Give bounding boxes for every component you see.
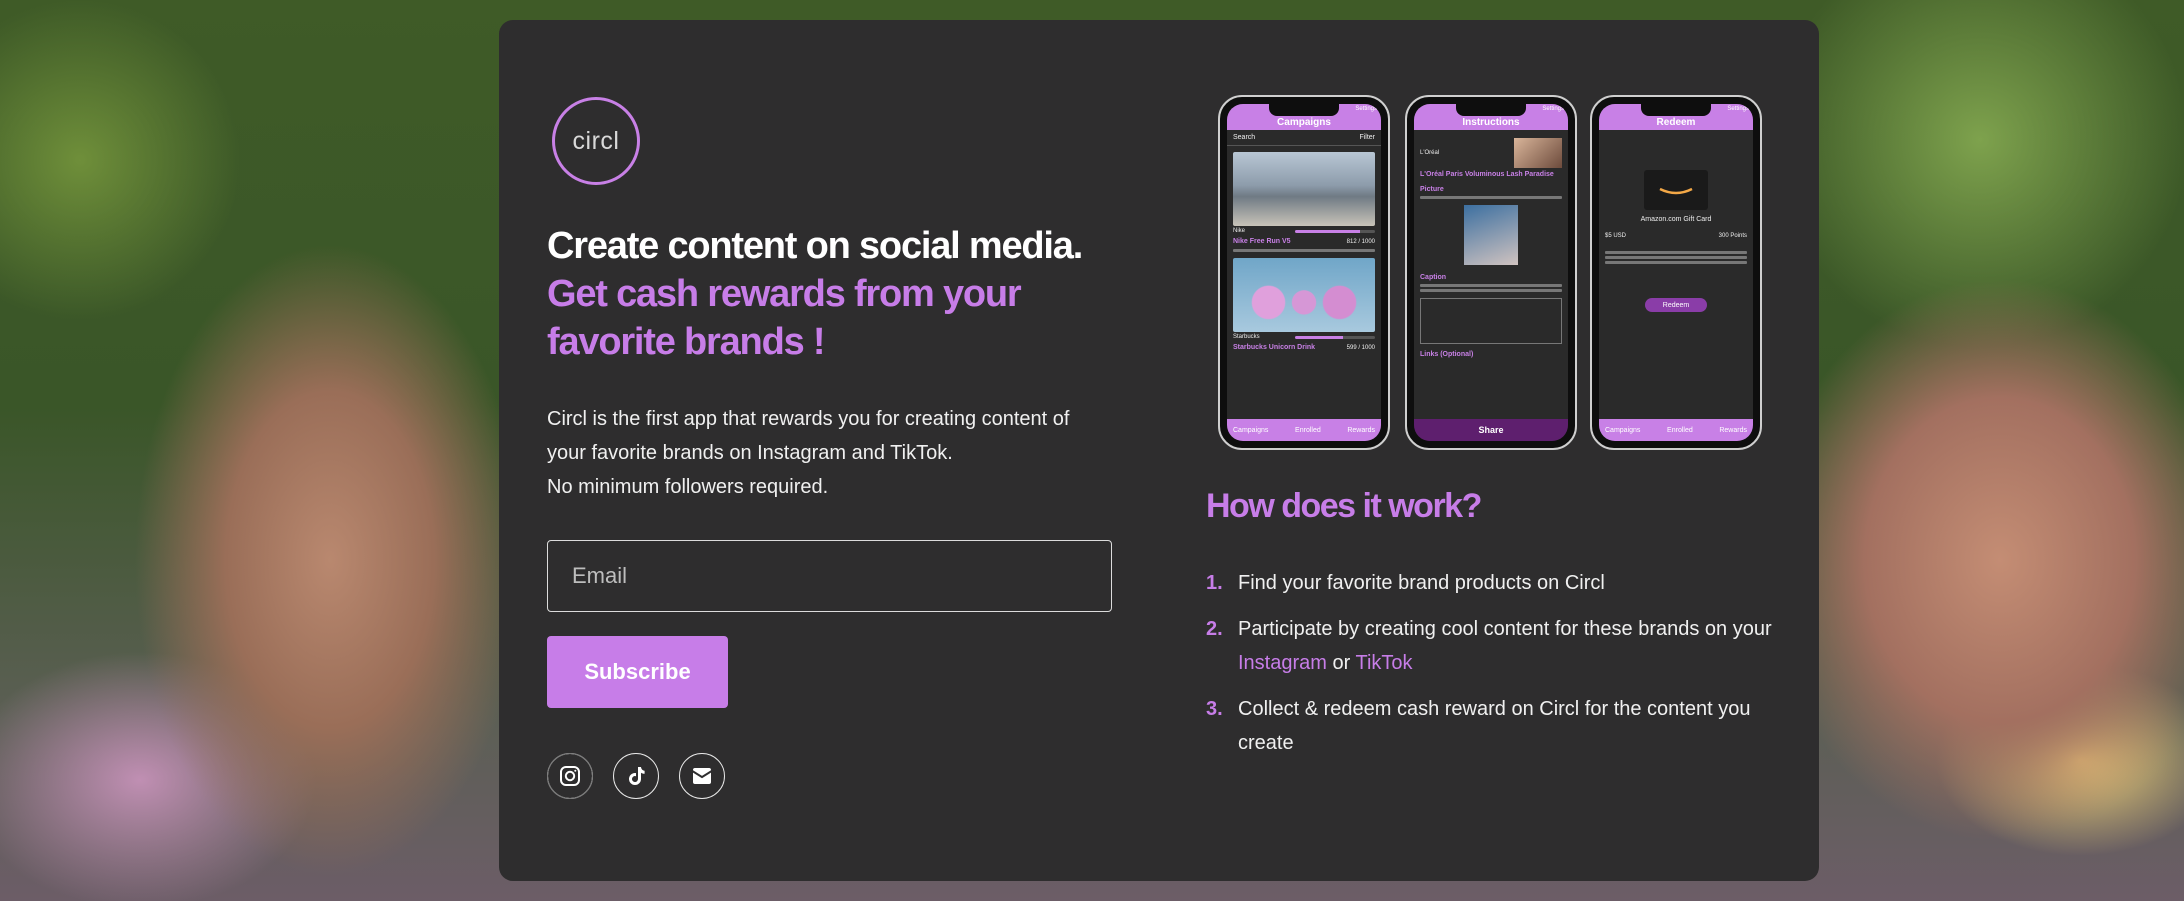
product-name: L'Oréal Paris Voluminous Lash Paradise: [1420, 171, 1554, 178]
instagram-link[interactable]: [547, 753, 593, 799]
phone-mockup-redeem: Redeem Settings Amazon.com Gift Card $5 …: [1590, 95, 1762, 450]
text-placeholder: [1420, 196, 1562, 199]
gift-points: 300 Points: [1718, 233, 1747, 239]
text-placeholder: [1420, 284, 1562, 287]
share-bar: Share: [1414, 419, 1568, 441]
phone-tabbar: Campaigns Enrolled Rewards: [1599, 419, 1753, 441]
text-placeholder: [1605, 261, 1747, 264]
email-link[interactable]: [679, 753, 725, 799]
links-label: Links (Optional): [1420, 351, 1474, 358]
phone-tab: Campaigns: [1233, 426, 1269, 434]
campaign-product: Nike Free Run V5: [1233, 238, 1291, 245]
campaign-row: Nike: [1227, 226, 1381, 236]
phone-filter: Filter: [1359, 134, 1375, 141]
phone-mockup-campaigns: Campaigns Settings Search Filter Nike Ni…: [1218, 95, 1390, 450]
campaign-progress: [1295, 229, 1375, 233]
how-it-works-steps: 1. Find your favorite brand products on …: [1206, 566, 1796, 772]
phone-tab: Rewards: [1719, 426, 1747, 434]
text-placeholder: [1420, 289, 1562, 292]
campaign-row: Starbucks: [1227, 332, 1381, 342]
phone-search-bar: Search Filter: [1227, 130, 1381, 146]
brand-name: L'Oréal: [1420, 150, 1440, 156]
campaign-brand: Starbucks: [1233, 334, 1260, 340]
phone-tab: Rewards: [1347, 426, 1375, 434]
tiktok-icon: [629, 767, 645, 785]
headline-purple: Get cash rewards from your favorite bran…: [547, 273, 1022, 363]
example-picture: [1464, 205, 1518, 265]
tiktok-link[interactable]: [613, 753, 659, 799]
phone-notch: [1269, 104, 1339, 116]
step-number: 2.: [1206, 618, 1223, 640]
step-number: 1.: [1206, 572, 1223, 594]
step-item: 1. Find your favorite brand products on …: [1206, 566, 1796, 600]
description-line: Circl is the first app that rewards you …: [547, 408, 1070, 430]
campaign-brand: Nike: [1233, 228, 1246, 234]
step-item: 2. Participate by creating cool content …: [1206, 612, 1796, 680]
how-it-works-title: How does it work?: [1206, 487, 1482, 525]
campaign-row: Nike Free Run V5 812 / 1000: [1227, 236, 1381, 247]
phone-tab: Enrolled: [1295, 426, 1321, 434]
phone-screen: Campaigns Settings Search Filter Nike Ni…: [1227, 104, 1381, 441]
circl-logo: circl: [552, 97, 640, 185]
phone-screen: Redeem Settings Amazon.com Gift Card $5 …: [1599, 104, 1753, 441]
phone-notch: [1641, 104, 1711, 116]
amount-row: $5 USD 300 Points: [1599, 231, 1753, 241]
subscribe-button[interactable]: Subscribe: [547, 636, 728, 708]
email-input[interactable]: [547, 540, 1112, 612]
campaign-count: 599 / 1000: [1346, 344, 1375, 351]
text-placeholder: [1605, 256, 1747, 259]
campaign-product: Starbucks Unicorn Drink: [1233, 344, 1316, 351]
phone-search: Search: [1233, 134, 1256, 141]
phone-settings: Settings: [1355, 106, 1377, 112]
phone-settings: Settings: [1727, 106, 1749, 112]
text-placeholder: [1233, 249, 1375, 252]
caption-box: [1420, 298, 1562, 344]
amazon-smile-icon: [1659, 187, 1693, 195]
phone-title: Redeem: [1656, 117, 1696, 128]
phone-title: Instructions: [1462, 117, 1520, 128]
description: Circl is the first app that rewards you …: [547, 402, 1147, 504]
step-text: Find your favorite brand products on Cir…: [1238, 572, 1605, 594]
tiktok-text-link[interactable]: TikTok: [1356, 652, 1413, 674]
nike-campaign-image: [1233, 152, 1375, 226]
phone-settings: Settings: [1542, 106, 1564, 112]
campaign-progress: [1295, 335, 1375, 339]
logo-text: circl: [572, 126, 620, 155]
product-thumbnail: [1514, 138, 1562, 168]
phone-tab: Campaigns: [1605, 426, 1641, 434]
campaign-row: Starbucks Unicorn Drink 599 / 1000: [1227, 342, 1381, 353]
campaign-count: 812 / 1000: [1346, 238, 1375, 245]
step-text-or: or: [1332, 652, 1351, 674]
step-text: Participate by creating cool content for…: [1238, 618, 1772, 640]
step-text: Collect & redeem cash reward on Circl fo…: [1238, 698, 1751, 754]
brand-row: L'Oréal: [1414, 136, 1568, 170]
instagram-icon: [560, 766, 580, 786]
phone-title: Campaigns: [1277, 117, 1331, 128]
amazon-gift-card: [1644, 170, 1708, 210]
phone-notch: [1456, 104, 1526, 116]
caption-label: Caption: [1420, 274, 1447, 281]
text-placeholder: [1605, 251, 1747, 254]
headline-white: Create content on social media.: [547, 225, 1083, 267]
instagram-text-link[interactable]: Instagram: [1238, 652, 1327, 674]
picture-label: Picture: [1420, 186, 1444, 193]
step-number: 3.: [1206, 698, 1223, 720]
phone-tab: Enrolled: [1667, 426, 1693, 434]
email-icon: [693, 768, 711, 784]
gift-amount: $5 USD: [1605, 233, 1627, 239]
phone-redeem-button: Redeem: [1645, 298, 1707, 312]
phone-mockup-instructions: Instructions Settings L'Oréal L'Oréal Pa…: [1405, 95, 1577, 450]
phone-screen: Instructions Settings L'Oréal L'Oréal Pa…: [1414, 104, 1568, 441]
share-label: Share: [1478, 425, 1504, 435]
starbucks-campaign-image: [1233, 258, 1375, 332]
step-item: 3. Collect & redeem cash reward on Circl…: [1206, 692, 1796, 760]
description-line: your favorite brands on Instagram and Ti…: [547, 442, 953, 464]
gift-card-name: Amazon.com Gift Card: [1640, 216, 1712, 223]
phone-tabbar: Campaigns Enrolled Rewards: [1227, 419, 1381, 441]
description-line: No minimum followers required.: [547, 476, 829, 498]
